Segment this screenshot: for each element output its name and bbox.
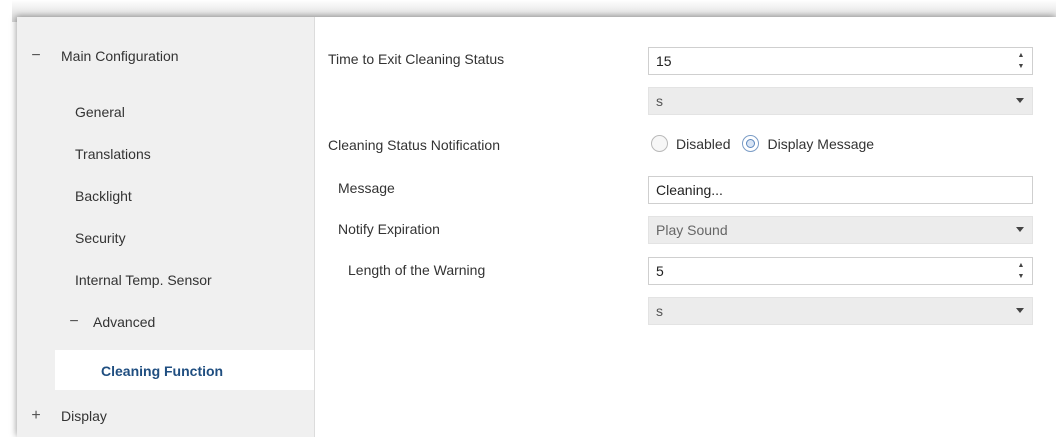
notify-expiration-value: Play Sound xyxy=(656,222,728,238)
cleaning-notification-radio-group: Disabled Display Message xyxy=(651,135,886,152)
parameter-panel: Time to Exit Cleaning Status 15 ▲ ▼ s Cl… xyxy=(315,17,1056,437)
spin-buttons[interactable]: ▲ ▼ xyxy=(1016,51,1026,71)
time-to-exit-unit-select[interactable]: s xyxy=(648,87,1033,115)
tree-node-display[interactable]: + Display xyxy=(27,407,107,425)
configuration-window: − Main Configuration General Translation… xyxy=(17,17,1056,437)
chevron-down-icon xyxy=(1016,227,1024,232)
chevron-down-icon xyxy=(1016,98,1024,103)
warning-length-unit-value: s xyxy=(656,303,663,319)
spin-down-icon[interactable]: ▼ xyxy=(1018,272,1025,281)
sidebar-item-general[interactable]: General xyxy=(75,104,125,120)
sidebar-item-backlight[interactable]: Backlight xyxy=(75,188,132,204)
main-configuration-group xyxy=(17,17,314,390)
notify-expiration-select[interactable]: Play Sound xyxy=(648,216,1033,244)
spin-down-icon[interactable]: ▼ xyxy=(1018,62,1025,71)
cleaning-notification-label: Cleaning Status Notification xyxy=(328,137,500,153)
chevron-down-icon xyxy=(1016,308,1024,313)
message-value: Cleaning... xyxy=(656,182,723,198)
warning-length-label: Length of the Warning xyxy=(348,262,486,278)
spin-up-icon[interactable]: ▲ xyxy=(1018,51,1025,60)
warning-length-stepper[interactable]: 5 ▲ ▼ xyxy=(648,257,1033,285)
message-label: Message xyxy=(338,180,395,196)
radio-disabled-label[interactable]: Disabled xyxy=(676,136,730,152)
sidebar-item-security[interactable]: Security xyxy=(75,230,126,246)
spin-buttons[interactable]: ▲ ▼ xyxy=(1016,261,1026,281)
message-input[interactable]: Cleaning... xyxy=(648,176,1033,204)
expand-icon[interactable]: + xyxy=(27,407,45,425)
time-to-exit-label: Time to Exit Cleaning Status xyxy=(328,51,505,67)
collapse-icon[interactable]: − xyxy=(27,47,45,65)
time-to-exit-value: 15 xyxy=(656,53,672,69)
radio-display-message[interactable] xyxy=(742,135,760,152)
time-to-exit-stepper[interactable]: 15 ▲ ▼ xyxy=(648,47,1033,75)
sidebar-item-internal-temp-sensor[interactable]: Internal Temp. Sensor xyxy=(75,272,212,288)
radio-display-message-label[interactable]: Display Message xyxy=(767,136,874,152)
radio-disabled[interactable] xyxy=(651,135,668,152)
notify-expiration-label: Notify Expiration xyxy=(338,221,440,237)
sidebar-item-translations[interactable]: Translations xyxy=(75,146,151,162)
sidebar-item-cleaning-function-label: Cleaning Function xyxy=(101,363,224,379)
warning-length-value: 5 xyxy=(656,263,664,279)
tree-node-advanced[interactable]: − Advanced xyxy=(65,313,155,331)
tree-node-main-configuration[interactable]: − Main Configuration xyxy=(27,47,179,65)
collapse-icon[interactable]: − xyxy=(65,313,83,331)
section-notch xyxy=(35,65,49,72)
tree-node-label: Advanced xyxy=(93,314,156,330)
spin-up-icon[interactable]: ▲ xyxy=(1018,261,1025,270)
tree-node-label: Main Configuration xyxy=(61,48,179,64)
warning-length-unit-select[interactable]: s xyxy=(648,297,1033,325)
tree-node-label: Display xyxy=(61,408,107,424)
navigation-tree: − Main Configuration General Translation… xyxy=(17,17,315,437)
time-to-exit-unit-value: s xyxy=(656,93,663,109)
